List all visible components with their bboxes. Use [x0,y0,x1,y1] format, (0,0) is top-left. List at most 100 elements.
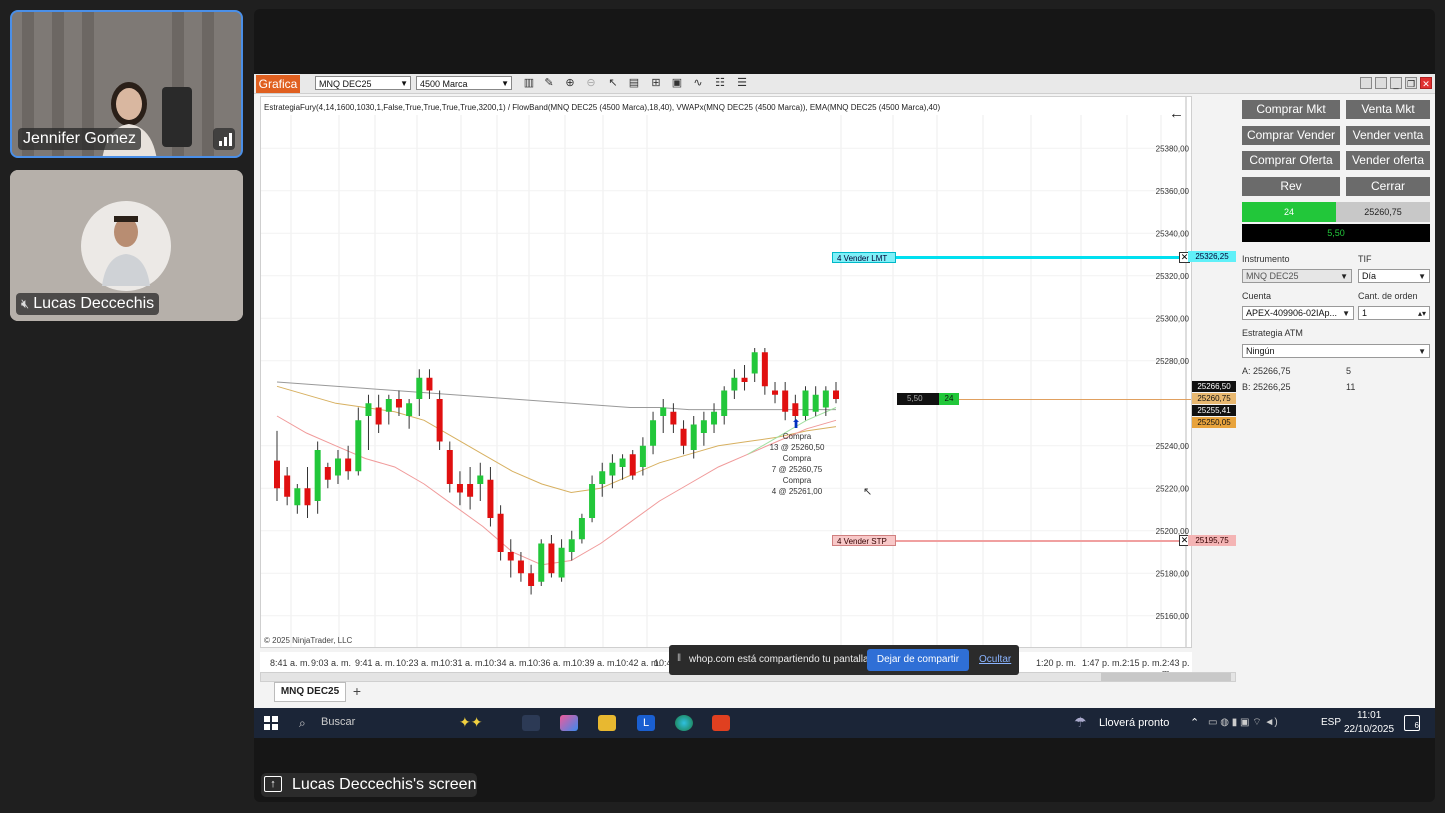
sell-bid-button[interactable]: Vender venta [1346,126,1430,145]
account-select[interactable]: APEX-409906-02IAp... ▼ [1242,306,1354,320]
sell-ask-button[interactable]: Vender oferta [1346,151,1430,170]
price-tick: 25320,00 [1156,272,1190,281]
sell-limit-tag[interactable]: 4 Vender LMT [832,252,896,263]
sell-market-button[interactable]: Venta Mkt [1346,100,1430,119]
participant-name: Lucas Deccechis [33,295,155,312]
instrument-select-panel[interactable]: MNQ DEC25 ▼ [1242,269,1352,283]
sell-stop-tag[interactable]: 4 Vender STP [832,535,896,546]
buy-market-button[interactable]: Comprar Mkt [1242,100,1340,119]
buy-ask-button[interactable]: Comprar Vender [1242,126,1340,145]
candle-body [772,390,779,395]
order-entry-panel: Comprar Mkt Venta Mkt Comprar Vender Ven… [1238,96,1435,686]
mic-muted-icon: 🔇︎ [21,296,30,311]
minimize-icon[interactable]: _ [1390,77,1402,89]
zoom-in-icon[interactable]: ⊕ [563,76,577,90]
strategy-icon[interactable]: ☷ [713,76,727,90]
price-chart[interactable]: 25380,00 25360,00 25340,00 25320,00 25300,00… [260,96,1192,648]
hide-banner-link[interactable]: Ocultar [979,654,1011,665]
add-tab-button[interactable]: + [348,682,366,700]
account-label: Cuenta [1242,291,1272,301]
candle-body [497,513,504,552]
taskbar-search[interactable]: Buscar [321,716,355,728]
tif-select[interactable]: Día ▼ [1358,269,1430,283]
fill-detail: 4 @ 25261,00 [771,487,823,496]
indicator-lines [276,381,837,566]
tray-icons[interactable]: ▭ ◍ ▮ ▣ ⌔ ◄) [1208,716,1278,729]
candle-body [436,399,443,442]
stepper-icon[interactable]: ▴▾ [1418,307,1426,320]
candle-body [599,471,606,484]
list-icon[interactable]: ☰ [735,76,749,90]
language-indicator[interactable]: ESP [1321,717,1341,728]
arrow-left-icon[interactable]: ← [1169,105,1184,122]
copilot-icon[interactable] [560,715,578,731]
candle-body [731,377,738,391]
instrument-tab[interactable]: MNQ DEC25 [274,682,346,702]
copyright-label: © 2025 NinjaTrader, LLC [264,636,353,645]
search-icon: ⌕ [299,716,306,730]
zoom-out-icon[interactable]: ⊖ [584,76,598,90]
buy-bid-button[interactable]: Comprar Oferta [1242,151,1340,170]
copilot-sparkle-icon[interactable]: ✦✦ [459,714,482,731]
ninjatrader-icon[interactable] [712,715,730,731]
candle-body [802,390,809,416]
stop-sharing-button[interactable]: Dejar de compartir [867,649,969,671]
fill-detail: 7 @ 25260,75 [771,465,823,474]
chevron-down-icon: ▼ [501,79,509,88]
task-view-icon[interactable] [522,715,540,731]
chart-tab[interactable]: Grafica [256,75,300,93]
edge-icon[interactable] [675,715,693,731]
order-qty-input[interactable]: 1 ▴▾ [1358,306,1430,320]
maximize-icon[interactable]: ❐ [1405,77,1417,89]
candle-body [304,488,311,506]
pause-icon: ‖ [677,653,682,664]
screen-share-label: ↑ Lucas Deccechis's screen [261,773,477,797]
notification-icon[interactable]: 6 [1404,715,1420,731]
fill-title: Compra [782,432,812,441]
window-option-icon[interactable] [1375,77,1387,89]
candle-body [700,420,707,433]
pencil-icon[interactable]: ✎ [542,76,556,90]
clock-time: 11:01 [1357,710,1382,721]
crosshair-icon[interactable]: ⊞ [649,76,663,90]
bar-type-select[interactable]: 4500 Marca ▼ [416,76,512,90]
indicator-label: EstrategiaFury(4,14,1600,1030,1,False,Tr… [264,103,941,112]
participant-tile-lucas[interactable]: 🔇︎ Lucas Deccechis [10,170,243,321]
bars-icon[interactable]: ▥ [522,76,536,90]
time-tick: 9:03 a. m. [311,658,352,668]
candle-body [782,390,789,412]
atm-label: Estrategia ATM [1242,328,1303,338]
windows-taskbar: ⌕ Buscar ✦✦ L ☂ Lloverá pronto ⌃ ▭ ◍ ▮ ▣… [254,708,1435,738]
instrument-select-value: MNQ DEC25 [319,79,372,89]
atm-strategy-select[interactable]: Ningún ▼ [1242,344,1430,358]
instrument-select[interactable]: MNQ DEC25 ▼ [315,76,411,90]
candle-body [284,475,291,497]
snapshot-icon[interactable]: ▣ [670,76,684,90]
app-l-icon[interactable]: L [637,715,655,731]
candle-body [375,407,382,425]
pointer-icon[interactable]: ↖ [606,76,620,90]
price-tick: 25160,00 [1156,612,1190,621]
window-option-icon[interactable] [1360,77,1372,89]
candle-body [324,467,331,480]
close-icon[interactable]: ✕ [1420,77,1432,89]
scrollbar-thumb[interactable] [1101,673,1231,681]
file-explorer-icon[interactable] [598,715,616,731]
candle-body [385,399,392,412]
time-tick: 8:41 a. m. [270,658,311,668]
candle-body [274,460,280,489]
participant-tile-jennifer[interactable]: Jennifer Gomez [10,10,243,158]
close-position-button[interactable]: Cerrar [1346,177,1430,196]
order-qty-label: Cant. de orden [1358,291,1418,301]
tray-chevron-icon[interactable]: ⌃ [1190,716,1199,729]
candle-body [629,454,636,476]
reverse-button[interactable]: Rev [1242,177,1340,196]
candle-body [721,390,728,416]
windows-start-icon[interactable] [264,716,278,735]
properties-icon[interactable]: ▤ [627,76,641,90]
candle-body [568,539,575,552]
instrument-select-panel-value: MNQ DEC25 [1246,271,1299,281]
indicator-line [276,381,836,411]
candle-body [487,479,494,518]
indicator-icon[interactable]: ∿ [691,76,705,90]
